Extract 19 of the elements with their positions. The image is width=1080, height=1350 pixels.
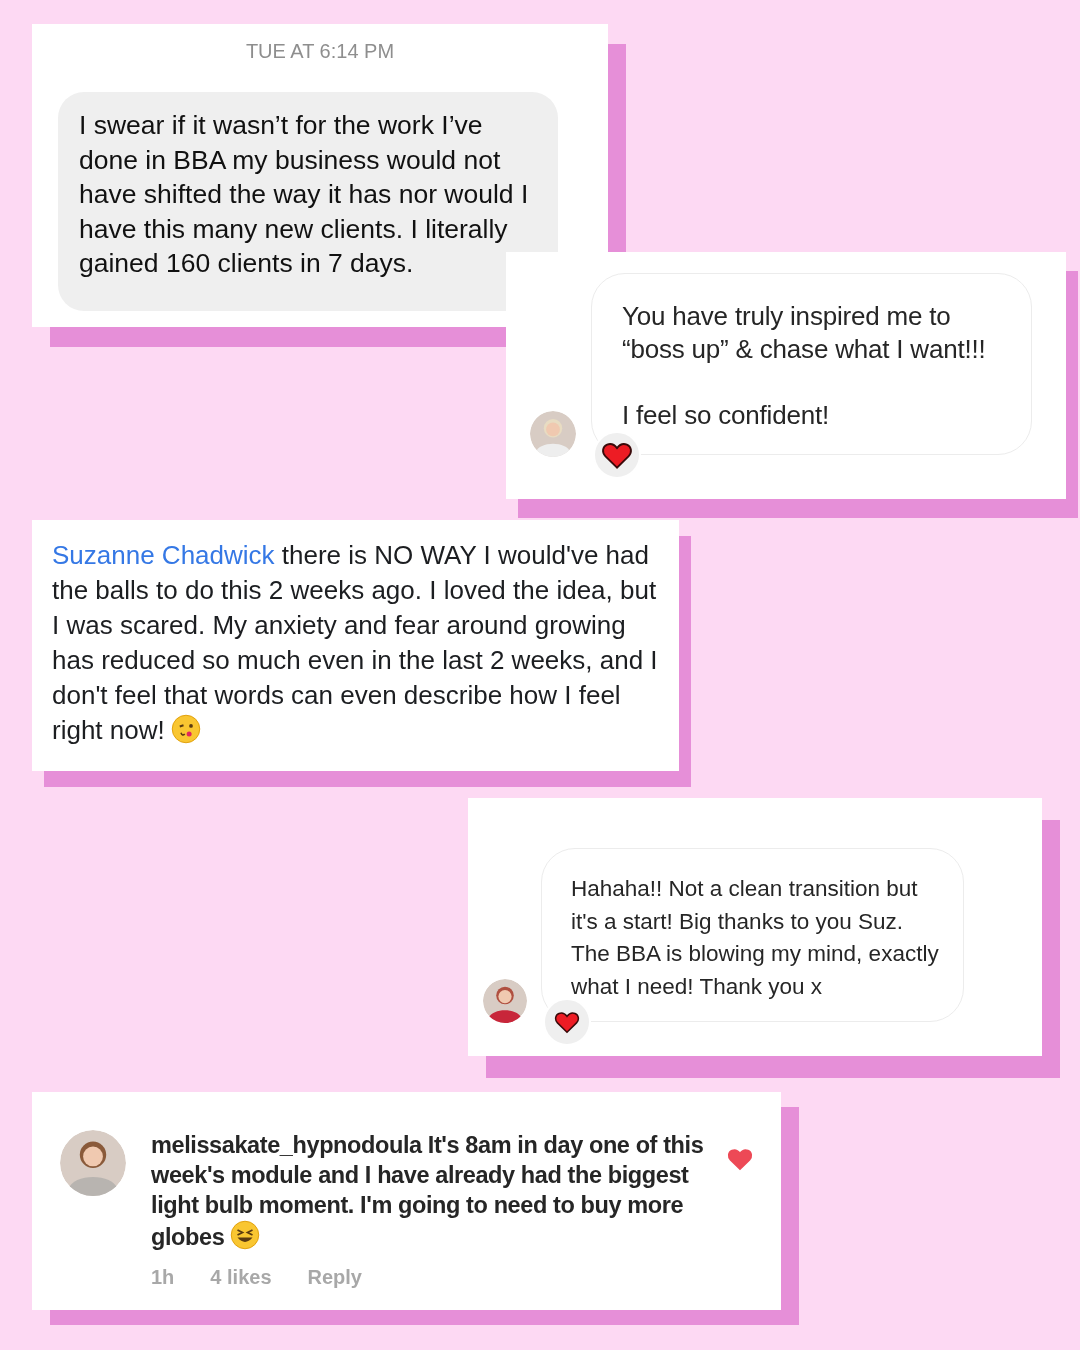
comment-text: Suzanne Chadwick there is NO WAY I would've had the balls to do this 2 weeks ago. I loved the idea, but I was scared. My anxiety and fear around growing has reduced so much even in the last 2 weeks, and I don't feel that words can even describe how I feel right now! [52, 539, 659, 747]
laughing-face-icon [230, 1220, 261, 1250]
message-text: I swear if it wasn’t for the work I’ve done in BBA my business would not have shifted the way it has nor would I have this many new clients. I literally gained 160 clients in 7 days. [79, 109, 530, 281]
heart-icon [554, 1009, 580, 1035]
avatar [60, 1130, 126, 1196]
avatar [530, 411, 576, 457]
avatar [483, 979, 527, 1023]
message-text: I feel so confident! [622, 398, 831, 432]
message-text: Hahaha!! Not a clean transition but it's a start! Big thanks to you Suz. The BBA is blowing my mind, exactly what I need! Thank you x [571, 875, 940, 1001]
likes-count[interactable]: 4 likes [210, 1262, 272, 1292]
timestamp: TUE AT 6:14 PM [244, 39, 396, 64]
message-text: You have truly inspired me to “boss up” & chase what I want!!! [622, 299, 987, 366]
reply-button[interactable]: Reply [307, 1262, 362, 1292]
winking-face-icon [170, 714, 201, 744]
like-icon[interactable] [727, 1146, 753, 1172]
comment-text: melissakate_hypnodoula It's 8am in day one of this week's module and I have already had the biggest light bulb moment. I'm going to need to buy more globes [151, 1131, 705, 1252]
author-link[interactable]: Suzanne Chadwick [52, 540, 275, 570]
comment-time: 1h [151, 1265, 175, 1290]
username-link[interactable]: melissakate_hypnodoula [151, 1132, 422, 1158]
